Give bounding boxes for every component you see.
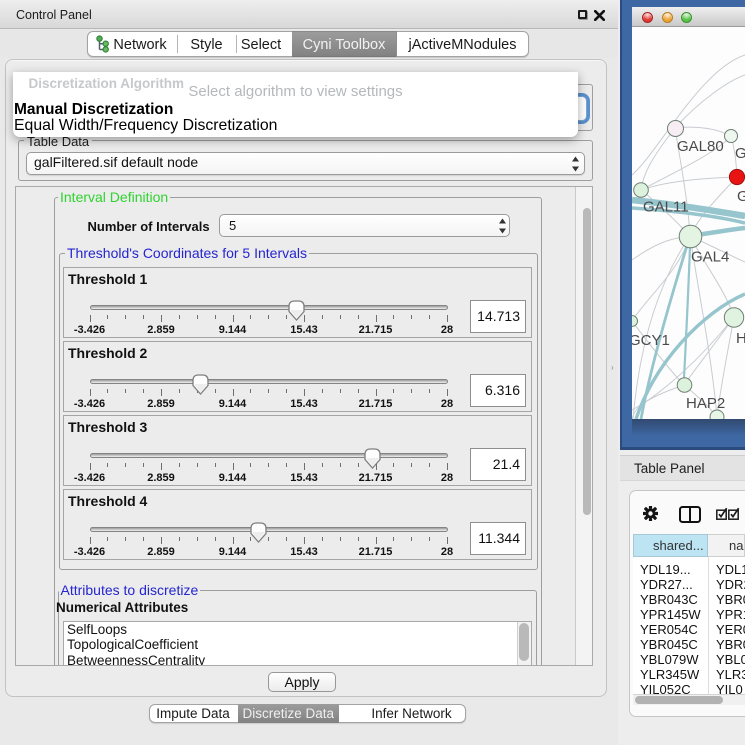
svg-text:GC: GC <box>737 188 745 205</box>
svg-text:GAL7: GAL7 <box>735 145 745 162</box>
svg-text:HAP4: HAP4 <box>736 330 745 347</box>
svg-text:GCY1: GCY1 <box>632 332 670 349</box>
svg-text:HAP2: HAP2 <box>686 395 725 412</box>
svg-text:GAL4: GAL4 <box>691 249 729 266</box>
svg-text:GAL80: GAL80 <box>677 138 724 155</box>
svg-text:GAL11: GAL11 <box>643 199 689 216</box>
